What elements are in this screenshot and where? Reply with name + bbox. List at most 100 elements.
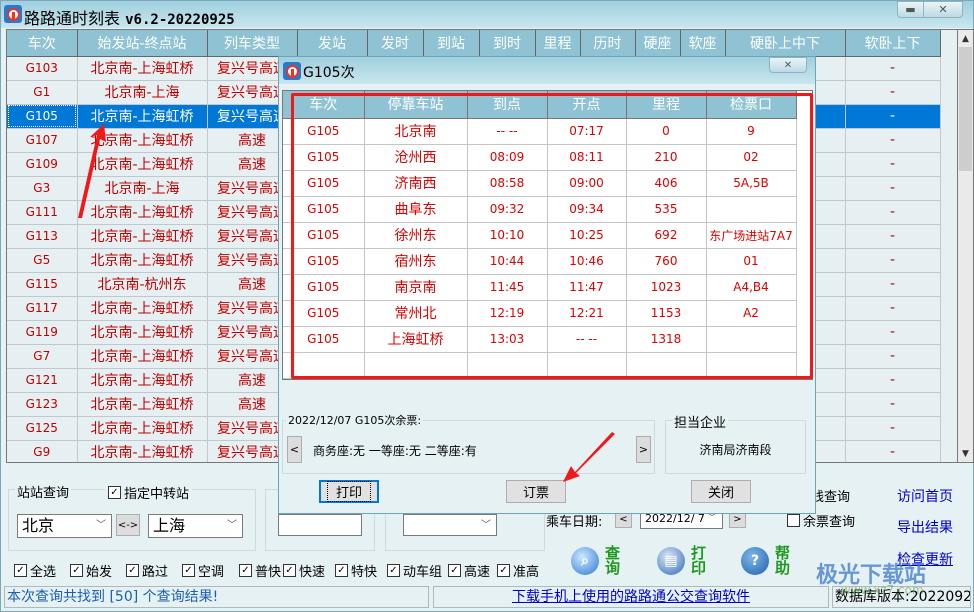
stop-row[interactable]: G105 宿州东 10:44 10:46 760 01 (283, 248, 797, 275)
column-header[interactable]: 历时 (580, 30, 636, 57)
stop-depart: 10:46 (547, 248, 627, 275)
filter-checkbox[interactable]: ✓ 普快 (239, 561, 281, 580)
filter-label: 准高 (513, 565, 540, 580)
stop-arrive: 08:58 (467, 170, 548, 197)
scroll-up-icon[interactable]: ▲ (958, 30, 973, 47)
stop-row[interactable]: G105 常州北 12:19 12:21 1153 A2 (283, 300, 797, 327)
minimize-icon: ▬ (905, 3, 916, 16)
column-header[interactable]: 硬卧上中下 (725, 30, 846, 57)
filter-checkbox[interactable]: ✓ 高速 (448, 561, 490, 580)
swap-label: <-> (117, 519, 139, 531)
column-header[interactable]: 到站 (423, 30, 480, 57)
stop-km: 0 (626, 118, 707, 145)
stop-station: 沧州西 (364, 144, 468, 171)
cell-route: 北京南-上海 (77, 176, 208, 201)
train-number-input[interactable] (278, 514, 362, 536)
filter-checkbox[interactable]: ✓ 特快 (335, 561, 377, 580)
from-station-select[interactable]: 北京 ﹀ (17, 514, 112, 538)
query-button[interactable]: ⌕ 查询 (571, 546, 621, 576)
transfer-station-checkbox[interactable]: ✓ 指定中转站 (105, 483, 193, 502)
stop-row[interactable]: G105 北京南 -- -- 07:17 0 9 (283, 118, 797, 145)
stop-depart: 08:11 (547, 144, 627, 171)
stop-arrive: 11:45 (467, 274, 548, 301)
stop-row[interactable]: G105 徐州东 10:10 10:25 692 东广场进站7A7 (283, 222, 797, 249)
cell-train: G117 (7, 296, 78, 321)
empty-cell (467, 352, 548, 379)
column-header[interactable]: 始发站-终点站 (77, 30, 208, 57)
filter-checkbox[interactable]: ✓ 全选 (14, 561, 56, 580)
stop-depart: 07:17 (547, 118, 627, 145)
close-button-label: 关闭 (707, 486, 734, 501)
book-ticket-button[interactable]: 订票 (506, 480, 566, 503)
cell-soft-sleeper: - (845, 152, 941, 177)
visit-home-link[interactable]: 访问首页 (897, 486, 953, 506)
scroll-thumb[interactable] (959, 47, 972, 171)
dialog-close-action-button[interactable]: 关闭 (691, 480, 751, 503)
cell-route: 北京南-上海虹桥 (77, 320, 208, 345)
stop-km: 1153 (626, 300, 707, 327)
print-button[interactable]: ▤ 打印 (657, 546, 707, 576)
minimize-button[interactable]: ▬ (897, 1, 924, 18)
help-button[interactable]: ? 帮助 (741, 546, 791, 576)
next-ticket-button[interactable]: > (636, 436, 651, 463)
checkbox-box: ✓ (387, 564, 400, 577)
stops-column-header: 开点 (547, 91, 627, 119)
operator-label: 担当企业 (672, 412, 729, 431)
stop-row[interactable]: G105 南京南 11:45 11:47 1023 A4,B4 (283, 274, 797, 301)
swap-stations-button[interactable]: <-> (116, 514, 140, 536)
column-header[interactable]: 发时 (367, 30, 424, 57)
filter-checkbox[interactable]: ✓ 空调 (182, 561, 224, 580)
cell-soft-sleeper: - (845, 416, 941, 441)
column-header[interactable]: 发站 (297, 30, 368, 57)
cell-soft-sleeper: - (845, 224, 941, 249)
column-header[interactable]: 列车类型 (207, 30, 298, 57)
to-station-select[interactable]: 上海 ﹀ (148, 514, 243, 538)
column-header[interactable]: 软座 (680, 30, 726, 57)
online-query-label[interactable]: 线查询 (811, 486, 850, 505)
to-station-value: 上海 (153, 516, 186, 535)
type-select[interactable]: ﹀ (403, 514, 497, 536)
download-app-link[interactable]: 下载手机上使用的路路通公交查询软件 (512, 589, 750, 605)
stop-station: 常州北 (364, 300, 468, 327)
export-results-link[interactable]: 导出结果 (897, 517, 953, 537)
checkbox-box (787, 514, 800, 527)
scroll-down-icon[interactable]: ▼ (958, 445, 973, 462)
column-header[interactable]: 里程 (535, 30, 581, 57)
cell-train: G109 (7, 152, 78, 177)
checkbox-box: ✓ (497, 564, 510, 577)
filter-checkbox[interactable]: ✓ 路过 (126, 561, 168, 580)
stop-row[interactable]: G105 济南西 08:58 09:00 406 5A,5B (283, 170, 797, 197)
filter-checkbox[interactable]: ✓ 快速 (283, 561, 325, 580)
stops-column-header: 车次 (283, 91, 365, 119)
cell-route: 北京南-上海虹桥 (77, 416, 208, 441)
cell-train: G113 (7, 224, 78, 249)
empty-row (283, 352, 797, 379)
chevron-right-icon: > (733, 513, 742, 525)
column-header[interactable]: 软卧上下 (845, 30, 941, 57)
column-header[interactable]: 到时 (479, 30, 536, 57)
stop-row[interactable]: G105 上海虹桥 13:03 -- -- 1318 (283, 326, 797, 353)
column-header[interactable]: 车次 (7, 30, 78, 57)
grid-vertical-scrollbar[interactable]: ▲ ▼ (958, 29, 974, 463)
help-label: 帮助 (775, 544, 791, 577)
filter-label: 动车组 (403, 565, 443, 580)
stop-arrive: 08:09 (467, 144, 548, 171)
column-header[interactable]: 硬座 (635, 30, 681, 57)
printer-icon: ▤ (657, 547, 685, 575)
cell-train: G9 (7, 440, 78, 462)
close-button[interactable]: ✕ (923, 1, 963, 18)
stop-arrive: -- -- (467, 118, 548, 145)
cell-route: 北京南-上海虹桥 (77, 248, 208, 273)
checkbox-box: ✓ (14, 564, 27, 577)
dialog-print-button[interactable]: 打印 (319, 480, 379, 503)
chevron-right-icon: > (638, 443, 649, 456)
chevron-down-icon: ﹀ (481, 520, 491, 531)
prev-ticket-button[interactable]: < (287, 436, 302, 463)
filter-checkbox[interactable]: ✓ 准高 (497, 561, 539, 580)
stop-row[interactable]: G105 曲阜东 09:32 09:34 535 (283, 196, 797, 223)
filter-checkbox[interactable]: ✓ 动车组 (387, 561, 442, 580)
filter-checkbox[interactable]: ✓ 始发 (70, 561, 112, 580)
stop-row[interactable]: G105 沧州西 08:09 08:11 210 02 (283, 144, 797, 171)
cell-train: G119 (7, 320, 78, 345)
dialog-close-button[interactable]: ✕ (769, 57, 807, 73)
